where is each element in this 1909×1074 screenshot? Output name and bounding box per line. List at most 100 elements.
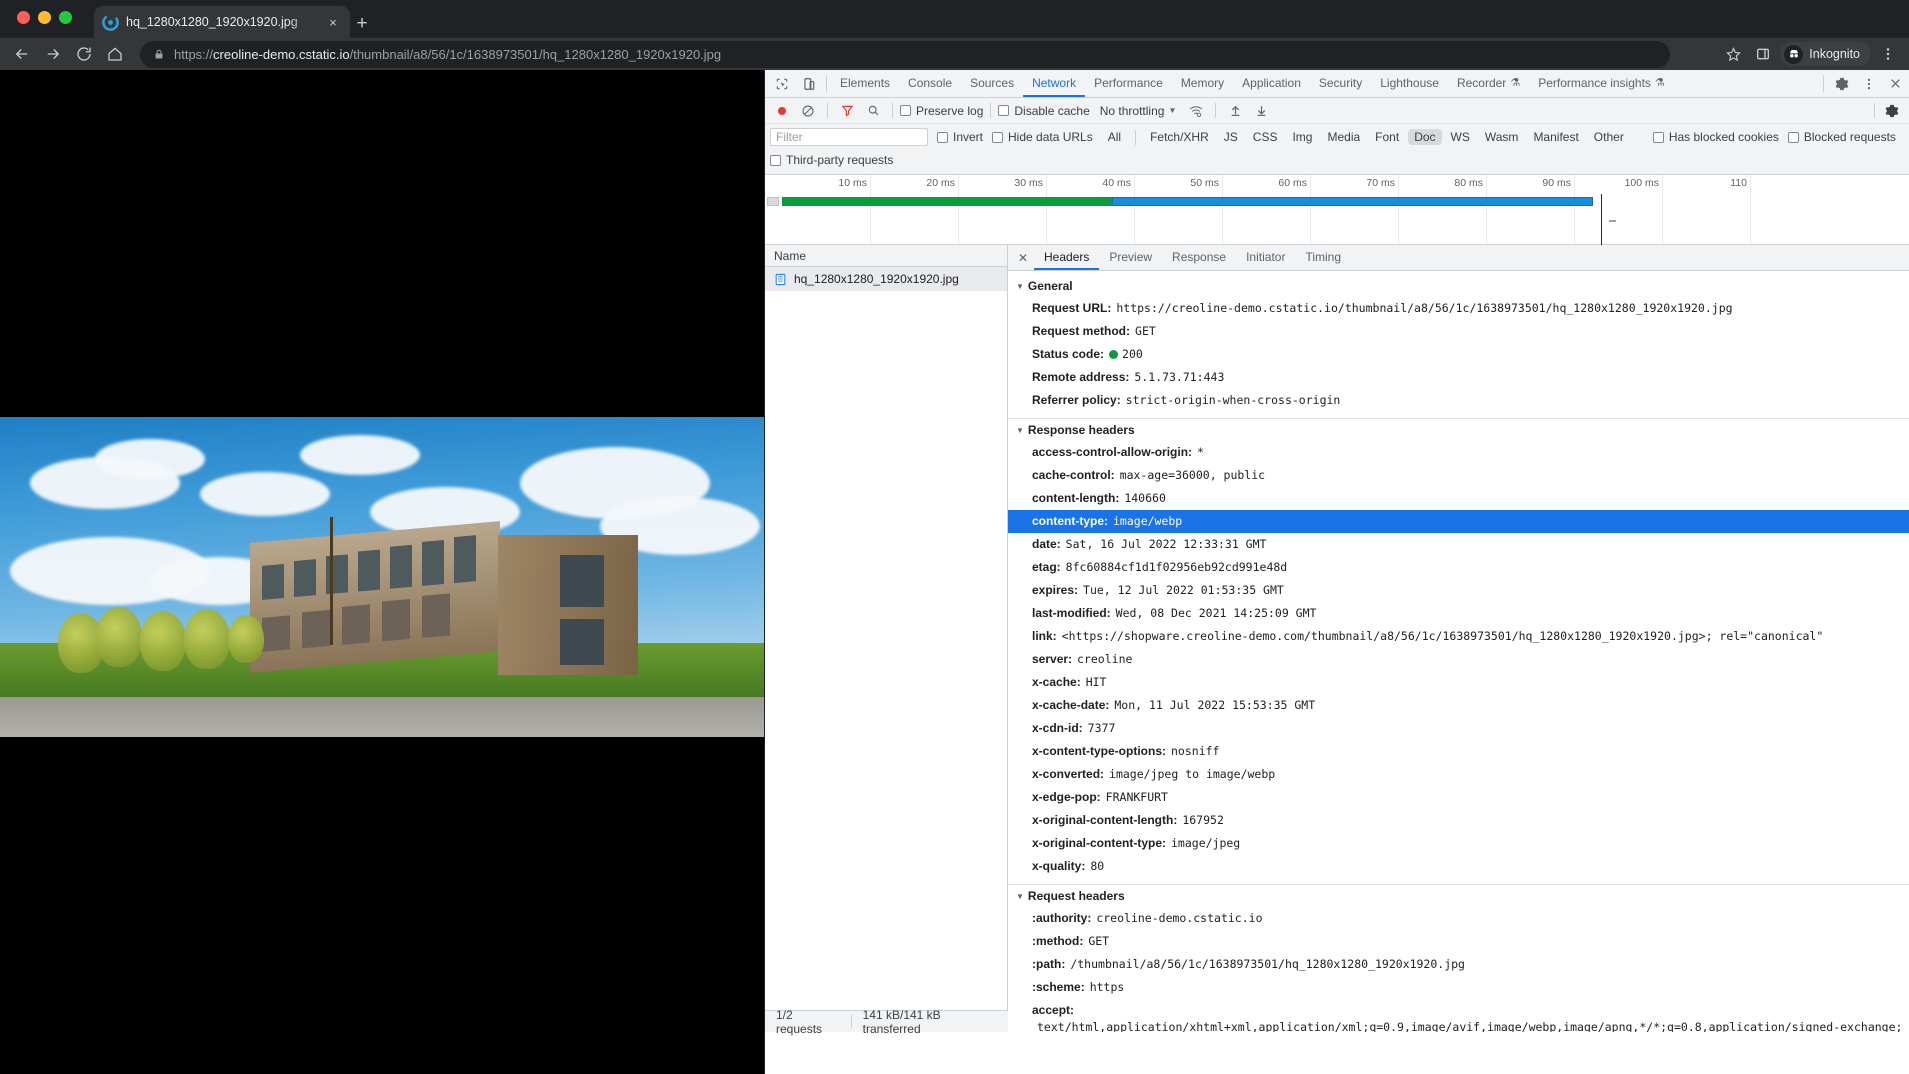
back-button[interactable] (8, 41, 36, 67)
header-row[interactable]: :method: GET (1008, 930, 1909, 953)
record-button[interactable] (770, 100, 794, 122)
header-row[interactable]: server: creoline (1008, 648, 1909, 671)
devtools-tab-elements[interactable]: Elements (831, 70, 899, 97)
filter-type-wasm[interactable]: Wasm (1479, 129, 1525, 145)
devtools-tab-performance[interactable]: Performance (1085, 70, 1172, 97)
devtools-tab-lighthouse[interactable]: Lighthouse (1371, 70, 1448, 97)
header-row[interactable]: link: <https://shopware.creoline-demo.com… (1008, 625, 1909, 648)
headers-section-title[interactable]: ▼ General (1008, 275, 1909, 297)
timeline-left-handle[interactable] (767, 197, 779, 206)
filter-type-img[interactable]: Img (1286, 129, 1318, 145)
header-row[interactable]: content-type: image/webp (1008, 510, 1909, 533)
devtools-tab-memory[interactable]: Memory (1172, 70, 1233, 97)
headers-section-title[interactable]: ▼ Request headers (1008, 885, 1909, 907)
filter-type-all[interactable]: All (1102, 129, 1127, 145)
inspect-element-button[interactable] (768, 70, 795, 97)
header-row[interactable]: Request method: GET (1008, 320, 1909, 343)
request-row[interactable]: hq_1280x1280_1920x1920.jpg (765, 267, 1007, 291)
devtools-settings-button[interactable] (1828, 70, 1855, 97)
side-panel-button[interactable] (1750, 42, 1776, 66)
devtools-tab-sources[interactable]: Sources (961, 70, 1023, 97)
maximize-window-button[interactable] (59, 11, 72, 24)
header-row[interactable]: :path: /thumbnail/a8/56/1c/1638973501/hq_… (1008, 953, 1909, 976)
filter-toggle-button[interactable] (835, 100, 859, 122)
detail-tab-timing[interactable]: Timing (1295, 245, 1351, 270)
throttling-dropdown[interactable]: No throttling ▼ (1100, 104, 1177, 118)
headers-section-title[interactable]: ▼ Response headers (1008, 419, 1909, 441)
devtools-tab-network[interactable]: Network (1023, 70, 1086, 97)
header-row[interactable]: date: Sat, 16 Jul 2022 12:33:31 GMT (1008, 533, 1909, 556)
new-tab-button[interactable]: + (348, 11, 376, 39)
header-row[interactable]: x-converted: image/jpeg to image/webp (1008, 763, 1909, 786)
header-row[interactable]: Referrer policy: strict-origin-when-cross… (1008, 389, 1909, 412)
header-row[interactable]: x-cache: HIT (1008, 671, 1909, 694)
filter-type-font[interactable]: Font (1369, 129, 1405, 145)
header-row[interactable]: :authority: creoline-demo.cstatic.io (1008, 907, 1909, 930)
header-row[interactable]: expires: Tue, 12 Jul 2022 01:53:35 GMT (1008, 579, 1909, 602)
browser-tab[interactable]: hq_1280x1280_1920x1920.jpg × (94, 6, 350, 38)
header-row[interactable]: x-content-type-options: nosniff (1008, 740, 1909, 763)
devtools-tab-security[interactable]: Security (1310, 70, 1371, 97)
hide-data-urls-checkbox[interactable]: Hide data URLs (992, 130, 1093, 144)
clear-button[interactable] (796, 100, 820, 122)
import-har-button[interactable] (1223, 100, 1247, 122)
filter-type-media[interactable]: Media (1321, 129, 1366, 145)
detail-tab-response[interactable]: Response (1162, 245, 1236, 270)
third-party-requests-checkbox[interactable]: Third-party requests (770, 153, 893, 167)
header-row[interactable]: x-quality: 80 (1008, 855, 1909, 878)
profile-button[interactable]: Inkognito (1780, 42, 1871, 66)
home-button[interactable] (101, 41, 129, 67)
forward-button[interactable] (39, 41, 67, 67)
has-blocked-cookies-checkbox[interactable]: Has blocked cookies (1652, 130, 1779, 144)
filter-type-js[interactable]: JS (1218, 129, 1244, 145)
close-tab-button[interactable]: × (324, 13, 342, 31)
header-row[interactable]: Remote address: 5.1.73.71:443 (1008, 366, 1909, 389)
network-overview-timeline[interactable]: 10 ms 20 ms 30 ms 40 ms 50 ms 60 ms 70 ms 80 ms… (765, 175, 1909, 245)
minimize-window-button[interactable] (38, 11, 51, 24)
filter-type-manifest[interactable]: Manifest (1527, 129, 1584, 145)
close-details-button[interactable]: ✕ (1012, 245, 1034, 270)
devtools-more-button[interactable] (1855, 70, 1882, 97)
network-conditions-button[interactable] (1184, 100, 1208, 122)
header-row[interactable]: x-original-content-type: image/jpeg (1008, 832, 1909, 855)
preserve-log-checkbox[interactable]: Preserve log (900, 104, 983, 118)
request-list-header[interactable]: Name (765, 245, 1007, 267)
header-row[interactable]: Request URL: https://creoline-demo.cstati… (1008, 297, 1909, 320)
bookmark-button[interactable] (1720, 42, 1746, 66)
header-row[interactable]: accept: text/html,application/xhtml+xml,a… (1008, 999, 1909, 1032)
reload-button[interactable] (70, 41, 98, 67)
header-row[interactable]: last-modified: Wed, 08 Dec 2021 14:25:09 … (1008, 602, 1909, 625)
address-bar[interactable]: https://creoline-demo.cstatic.io/thumbna… (140, 41, 1670, 68)
close-window-button[interactable] (17, 11, 30, 24)
header-row[interactable]: etag: 8fc60884cf1d1f02956eb92cd991e48d (1008, 556, 1909, 579)
devtools-tab-console[interactable]: Console (899, 70, 961, 97)
filter-type-other[interactable]: Other (1588, 129, 1630, 145)
filter-type-doc[interactable]: Doc (1408, 129, 1442, 145)
header-row[interactable]: x-original-content-length: 167952 (1008, 809, 1909, 832)
detail-tab-preview[interactable]: Preview (1099, 245, 1162, 270)
header-row[interactable]: content-length: 140660 (1008, 487, 1909, 510)
filter-type-ws[interactable]: WS (1445, 129, 1476, 145)
devtools-tab-application[interactable]: Application (1233, 70, 1310, 97)
filter-type-css[interactable]: CSS (1247, 129, 1284, 145)
header-row[interactable]: x-edge-pop: FRANKFURT (1008, 786, 1909, 809)
device-toolbar-button[interactable] (795, 70, 822, 97)
header-row[interactable]: x-cache-date: Mon, 11 Jul 2022 15:53:35 G… (1008, 694, 1909, 717)
invert-checkbox[interactable]: Invert (937, 130, 983, 144)
devtools-close-button[interactable] (1882, 70, 1909, 97)
export-har-button[interactable] (1249, 100, 1273, 122)
filter-input[interactable]: Filter (770, 128, 928, 146)
disable-cache-checkbox[interactable]: Disable cache (998, 104, 1090, 118)
filter-type-fetch-xhr[interactable]: Fetch/XHR (1144, 129, 1215, 145)
network-settings-button[interactable] (1880, 100, 1904, 122)
header-row[interactable]: access-control-allow-origin: * (1008, 441, 1909, 464)
detail-tab-headers[interactable]: Headers (1034, 245, 1100, 270)
header-row[interactable]: x-cdn-id: 7377 (1008, 717, 1909, 740)
header-row[interactable]: :scheme: https (1008, 976, 1909, 999)
devtools-tab-recorder[interactable]: Recorder ⚗ (1448, 70, 1529, 97)
search-button[interactable] (861, 100, 885, 122)
browser-menu-button[interactable] (1875, 42, 1901, 66)
header-row[interactable]: cache-control: max-age=36000, public (1008, 464, 1909, 487)
devtools-tab-performance-insights[interactable]: Performance insights ⚗ (1529, 70, 1674, 97)
detail-tab-initiator[interactable]: Initiator (1236, 245, 1295, 270)
